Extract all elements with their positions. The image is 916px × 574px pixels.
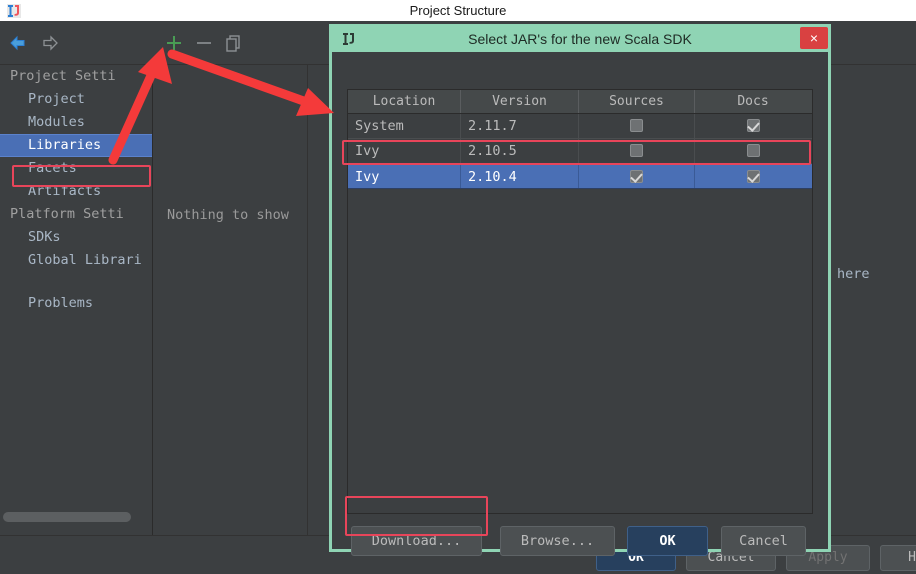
sidebar: Project Setti Project Modules Libraries Face… [0,21,153,535]
column-header-sources[interactable]: Sources [579,90,695,113]
sidebar-item-modules[interactable]: Modules [0,111,152,134]
cell-location: System [348,114,461,138]
sidebar-item-problems[interactable]: Problems [0,292,152,315]
browse-button[interactable]: Browse... [500,526,615,556]
sidebar-item-sdks[interactable]: SDKs [0,226,152,249]
sidebar-item-project-setti: Project Setti [10,68,116,84]
sidebar-item-global-librari[interactable]: Global Librari [0,249,152,272]
arrow-right-icon [43,35,58,51]
dialog-title: Select JAR's for the new Scala SDK [468,31,692,47]
cell-location: Ivy [348,139,461,163]
sidebar-item-project[interactable]: Project [0,88,152,111]
download-button[interactable]: Download... [351,526,482,556]
os-title-bar: Project Structure [0,0,916,21]
checkbox-sources-checked[interactable] [630,170,643,183]
close-icon[interactable]: × [800,27,828,49]
sidebar-item-platform-setti: Platform Setti [10,206,124,222]
sidebar-item-libraries[interactable]: Libraries [0,134,152,157]
cell-version: 2.10.5 [461,139,579,163]
help-button[interactable]: H [880,545,916,571]
empty-state-message: Nothing to show [167,207,289,223]
column-header-docs[interactable]: Docs [695,90,811,113]
minus-icon [197,42,211,44]
cell-version: 2.10.4 [461,165,579,188]
cell-docs[interactable] [695,165,811,188]
table-header-row: Location Version Sources Docs [348,90,812,114]
arrow-left-icon[interactable] [9,34,29,52]
cell-sources[interactable] [579,139,695,163]
table-row[interactable]: Ivy 2.10.4 [348,164,812,189]
column-header-version[interactable]: Version [461,90,579,113]
column-header-location[interactable]: Location [348,90,461,113]
cell-sources[interactable] [579,114,695,138]
cell-sources[interactable] [579,165,695,188]
sidebar-item-facets[interactable]: Facets [0,157,152,180]
checkbox-docs-checked[interactable] [746,119,760,132]
dialog-body: Location Version Sources Docs System 2.11.7 I… [332,52,828,556]
panel-divider [307,65,308,535]
copy-icon [226,35,240,52]
plus-icon[interactable] [162,31,186,55]
checkbox-docs-checked[interactable] [746,170,760,183]
table-row[interactable]: System 2.11.7 [348,114,812,139]
dialog-title-bar: Select JAR's for the new Scala SDK × [332,27,828,52]
right-panel-text: here [837,266,870,282]
sidebar-horizontal-scrollbar[interactable] [0,511,152,523]
jar-table[interactable]: Location Version Sources Docs System 2.11.7 I… [347,89,813,514]
checkbox-sources-unchecked[interactable] [630,144,643,157]
checkbox-sources-unchecked[interactable] [630,119,643,132]
cell-location: Ivy [348,165,461,188]
table-row[interactable]: Ivy 2.10.5 [348,139,812,164]
sidebar-item-list[interactable]: Project Setti Project Modules Libraries Face… [0,65,152,490]
window-title: Project Structure [409,3,507,18]
cell-docs[interactable] [695,114,811,138]
dialog-cancel-button[interactable]: Cancel [721,526,806,556]
table-body[interactable]: System 2.11.7 Ivy 2.10.5 Ivy 2.10.4 [348,114,812,189]
sidebar-item-artifacts[interactable]: Artifacts [0,180,152,203]
select-jars-dialog: Select JAR's for the new Scala SDK × Loc… [329,24,831,556]
cell-docs[interactable] [695,139,811,163]
checkbox-docs-unchecked[interactable] [746,144,760,157]
sidebar-toolbar [0,21,153,65]
scrollbar-thumb[interactable] [3,512,131,522]
cell-version: 2.11.7 [461,114,579,138]
dialog-ok-button[interactable]: OK [627,526,708,556]
screen-root: Project Structure Project Setti Project Mo… [0,0,916,574]
